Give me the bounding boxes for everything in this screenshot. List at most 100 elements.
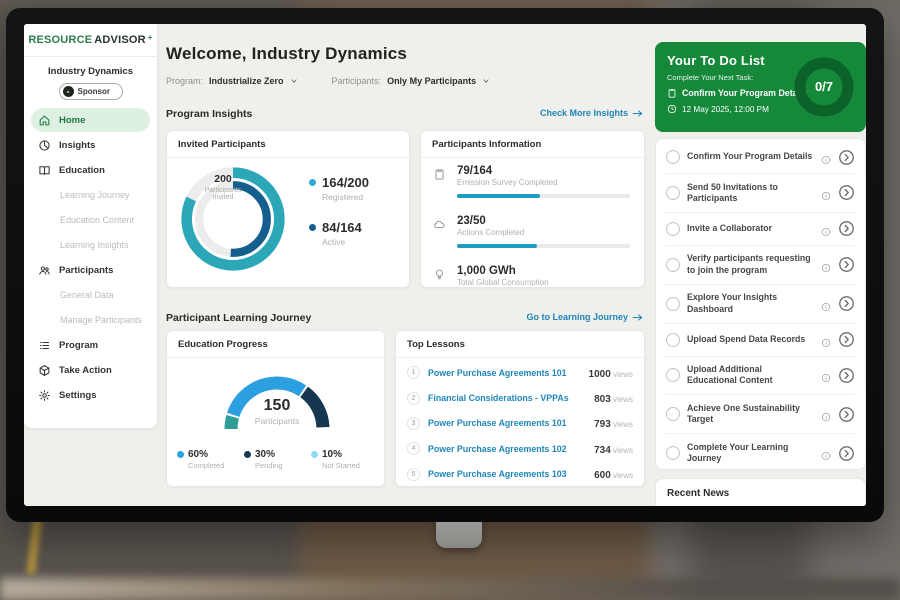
go-to-learning-journey-link[interactable]: Go to Learning Journey xyxy=(526,312,643,322)
task-open-button[interactable] xyxy=(838,367,855,384)
task-checkbox[interactable] xyxy=(666,150,680,164)
task-checkbox[interactable] xyxy=(666,222,680,236)
task-open-button[interactable] xyxy=(838,406,855,423)
todo-tasks-card: Confirm Your Program Details Send 50 Inv… xyxy=(655,138,866,470)
task-label: Verify participants requesting to join t… xyxy=(687,253,814,276)
task-row-explore-your-insights-dashboard: Explore Your Insights Dashboard xyxy=(666,285,855,324)
sidebar-item-participants[interactable]: Participants xyxy=(31,258,150,282)
task-checkbox[interactable] xyxy=(666,297,680,311)
task-checkbox[interactable] xyxy=(666,186,680,200)
sponsor-badge[interactable]: Sponsor xyxy=(59,83,123,100)
task-label: Explore Your Insights Dashboard xyxy=(687,292,814,315)
task-open-button[interactable] xyxy=(838,331,855,348)
info-icon xyxy=(821,335,831,345)
lesson-rank: 1 xyxy=(407,366,420,379)
top-lessons-title: Top Lessons xyxy=(396,331,644,358)
task-checkbox[interactable] xyxy=(666,446,680,460)
sidebar-item-settings[interactable]: Settings xyxy=(31,383,150,407)
task-label: Upload Spend Data Records xyxy=(687,334,814,345)
go-to-learning-journey-label: Go to Learning Journey xyxy=(526,312,628,322)
education-progress-title: Education Progress xyxy=(167,331,384,358)
lesson-row: 1 Power Purchase Agreements 101 1000 vie… xyxy=(407,360,633,385)
donut-center: 200 Participants Invited xyxy=(167,173,279,201)
top-lessons-list: 1 Power Purchase Agreements 101 1000 vie… xyxy=(396,358,644,487)
sidebar-item-learning-insights[interactable]: Learning Insights xyxy=(31,233,150,257)
task-open-button[interactable] xyxy=(838,445,855,462)
info-icon xyxy=(821,152,831,162)
info-icon xyxy=(821,370,831,380)
education-progress-card: Education Progress 150 Participants 60%C… xyxy=(166,330,385,487)
lesson-views: 734 views xyxy=(594,440,633,458)
todo-summary-card: Your To Do List Complete Your Next Task:… xyxy=(655,42,866,132)
legend-value: 84/164 xyxy=(322,220,362,235)
task-row-verify-participants-requesting-to-join-the-program: Verify participants requesting to join t… xyxy=(666,246,855,285)
sidebar-item-manage-participants[interactable]: Manage Participants xyxy=(31,308,150,332)
sidebar-item-general-data[interactable]: General Data xyxy=(31,283,150,307)
legend-value: 30% xyxy=(255,449,275,460)
chevron-down-icon xyxy=(290,77,298,85)
donut-legend-item: 84/164Active xyxy=(309,220,369,247)
legend-value: 164/200 xyxy=(322,175,369,190)
sidebar-item-label: Learning Journey xyxy=(60,190,130,200)
sidebar-item-education[interactable]: Education xyxy=(31,158,150,182)
program-select-label: Program: xyxy=(166,76,203,86)
stat-progress-bar xyxy=(457,244,630,248)
sidebar-item-label: Education Content xyxy=(60,215,134,225)
gauge-legend-item: 60%Completed xyxy=(177,449,244,470)
task-checkbox[interactable] xyxy=(666,258,680,272)
sidebar-item-learning-journey[interactable]: Learning Journey xyxy=(31,183,150,207)
desk-surface xyxy=(0,578,900,600)
stat-value: 1,000 GWh xyxy=(457,265,630,277)
task-open-button[interactable] xyxy=(838,256,855,273)
sidebar-item-insights[interactable]: Insights xyxy=(31,133,150,157)
lesson-link[interactable]: Financial Considerations - VPPAs xyxy=(428,393,569,403)
task-label: Invite a Collaborator xyxy=(687,223,814,234)
sidebar-item-label: Manage Participants xyxy=(60,315,142,325)
sidebar-item-home[interactable]: Home xyxy=(31,108,150,132)
todo-progress-value: 0/7 xyxy=(792,79,856,94)
recent-news-title: Recent News xyxy=(656,479,865,506)
task-open-button[interactable] xyxy=(838,295,855,312)
sidebar-item-take-action[interactable]: Take Action xyxy=(31,358,150,382)
lesson-row: 3 Power Purchase Agreements 101 793 view… xyxy=(407,411,633,436)
task-checkbox[interactable] xyxy=(666,333,680,347)
sidebar-item-program[interactable]: Program xyxy=(31,333,150,357)
sidebar-nav: HomeInsightsEducation Learning Journey Edu… xyxy=(24,108,157,407)
task-checkbox[interactable] xyxy=(666,368,680,382)
program-select[interactable]: Program: Industrialize Zero xyxy=(166,76,298,86)
lesson-link[interactable]: Power Purchase Agreements 101 xyxy=(428,368,567,378)
lesson-rank: 2 xyxy=(407,392,420,405)
task-open-button[interactable] xyxy=(838,220,855,237)
sidebar-item-label: Take Action xyxy=(59,365,112,376)
task-open-button[interactable] xyxy=(838,184,855,201)
lesson-link[interactable]: Power Purchase Agreements 102 xyxy=(428,444,567,454)
task-checkbox[interactable] xyxy=(666,407,680,421)
program-select-value: Industrialize Zero xyxy=(209,76,284,86)
participants-select[interactable]: Participants: Only My Participants xyxy=(332,76,491,86)
filter-bar: Program: Industrialize Zero Participants… xyxy=(166,76,490,86)
lesson-link[interactable]: Power Purchase Agreements 101 xyxy=(428,418,567,428)
sidebar-item-label: Learning Insights xyxy=(60,240,129,250)
lesson-link[interactable]: Power Purchase Agreements 103 xyxy=(428,469,567,479)
task-label: Confirm Your Program Details xyxy=(687,151,814,162)
legend-label: Completed xyxy=(188,461,244,470)
legend-value: 10% xyxy=(322,449,342,460)
lesson-views: 600 views xyxy=(594,465,633,483)
legend-dot xyxy=(177,451,184,458)
task-open-button[interactable] xyxy=(838,149,855,166)
lesson-row: 2 Financial Considerations - VPPAs 803 v… xyxy=(407,385,633,410)
chevron-down-icon xyxy=(482,77,490,85)
invited-participants-title: Invited Participants xyxy=(167,131,409,158)
task-label: Complete Your Learning Journey xyxy=(687,442,814,465)
insights-icon xyxy=(38,139,51,152)
gauge-legend: 60%Completed30%Pending10%Not Started xyxy=(177,449,378,470)
legend-dot xyxy=(309,179,316,186)
sponsor-icon xyxy=(63,86,74,97)
take-action-icon xyxy=(38,364,51,377)
donut-center-label: Participants Invited xyxy=(167,187,279,201)
lesson-row: 4 Power Purchase Agreements 102 734 view… xyxy=(407,436,633,461)
check-more-insights-link[interactable]: Check More Insights xyxy=(540,108,643,118)
task-row-achieve-one-sustainability-target: Achieve One Sustainability Target xyxy=(666,395,855,434)
sidebar-item-education-content[interactable]: Education Content xyxy=(31,208,150,232)
legend-label: Not Started xyxy=(322,461,378,470)
